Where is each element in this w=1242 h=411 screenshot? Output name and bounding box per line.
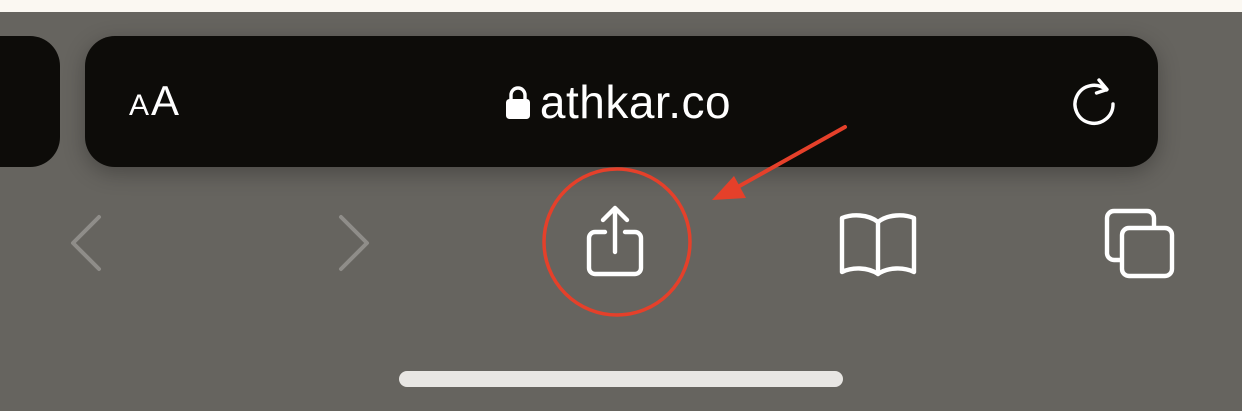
share-button[interactable] xyxy=(580,202,650,282)
previous-tab-preview[interactable] xyxy=(0,36,60,167)
arrow-head xyxy=(712,176,746,200)
url-display[interactable]: athkar.co xyxy=(77,76,1158,128)
bookmarks-button[interactable] xyxy=(836,210,920,280)
reload-icon[interactable] xyxy=(1065,72,1125,132)
tabs-icon xyxy=(1104,208,1175,279)
forward-button[interactable] xyxy=(328,212,380,274)
address-bar[interactable]: A A athkar.co xyxy=(85,36,1158,167)
url-text: athkar.co xyxy=(539,76,732,128)
share-icon xyxy=(586,205,644,277)
book-icon xyxy=(839,213,917,277)
chevron-right-icon xyxy=(339,215,369,271)
page-content-strip xyxy=(0,0,1242,12)
back-button[interactable] xyxy=(60,212,112,274)
tabs-button[interactable] xyxy=(1100,206,1180,282)
lock-icon xyxy=(505,86,530,119)
home-indicator[interactable] xyxy=(399,371,843,387)
chevron-left-icon xyxy=(71,215,101,271)
